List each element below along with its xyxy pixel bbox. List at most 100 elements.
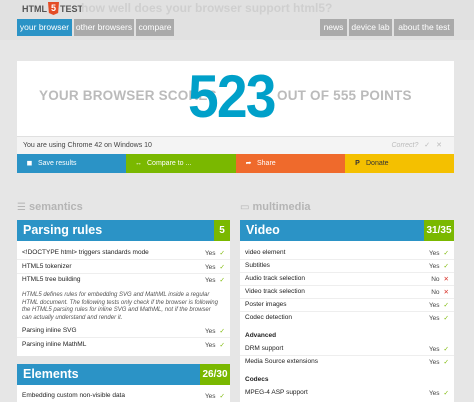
test-label: Poster images	[245, 301, 287, 308]
site-tagline: how well does your browser support html5…	[81, 1, 333, 15]
video-header[interactable]: Video 31/35	[240, 220, 454, 241]
correct-label: Correct?	[391, 142, 419, 149]
share-button[interactable]: ➦ Share	[236, 154, 345, 173]
score-panel: YOUR BROWSER SCORES 523 OUT OF 555 POINT…	[17, 61, 454, 136]
test-label: DRM support	[245, 345, 284, 352]
check-icon: ✓	[443, 302, 449, 309]
test-label: Parsing inline SVG	[22, 327, 77, 334]
logo-text-left: HTML	[22, 3, 47, 14]
check-icon: ✓	[443, 250, 449, 257]
video-panel: Video 31/35 video element Yes ✓ Subtitles…	[240, 220, 454, 402]
row-divider	[17, 337, 230, 338]
save-results-button[interactable]: ◼ Save results	[17, 154, 126, 173]
test-result: Yes	[428, 315, 440, 322]
test-label: video element	[245, 249, 286, 256]
test-result: Yes	[428, 359, 440, 366]
check-icon: ✓	[443, 359, 449, 366]
row-divider	[240, 285, 454, 286]
confirm-check-icon[interactable]: ✓	[424, 142, 430, 149]
check-icon: ✓	[219, 264, 225, 271]
row-divider	[240, 311, 454, 312]
test-label: Parsing inline MathML	[22, 341, 87, 348]
tab-about-the-test[interactable]: about the test	[394, 19, 454, 36]
compare-to-label: Compare to ...	[147, 160, 192, 167]
tab-your-browser[interactable]: your browser	[17, 19, 72, 36]
section-semantics: ☰ semantics	[17, 201, 83, 213]
test-result: Yes	[204, 250, 216, 257]
test-result: Yes	[204, 264, 216, 271]
check-icon: ✓	[219, 250, 225, 257]
test-label: <!DOCTYPE html> triggers standards mode	[22, 249, 149, 256]
test-result: Yes	[428, 302, 440, 309]
test-result: Yes	[428, 263, 440, 270]
parsing-rules-header[interactable]: Parsing rules 5	[17, 220, 230, 241]
check-icon: ✓	[219, 277, 225, 284]
test-result: No	[431, 276, 440, 283]
row-divider	[17, 273, 230, 274]
parsing-note: HTML5 defines rules for embedding SVG an…	[22, 292, 218, 321]
reject-cross-icon[interactable]: ✕	[436, 142, 442, 149]
save-icon: ◼	[26, 160, 33, 167]
score-value: 523	[188, 63, 276, 130]
section-multimedia-label: multimedia	[252, 201, 311, 213]
check-icon: ✓	[219, 342, 225, 349]
test-label: Audio track selection	[245, 275, 305, 282]
logo-text-right: TEST	[60, 3, 84, 14]
share-label: Share	[257, 160, 276, 167]
check-icon: ✓	[219, 393, 225, 400]
correct-prompt: Correct? ✓ ✕	[392, 137, 443, 154]
check-icon: ✓	[443, 346, 449, 353]
donate-label: Donate	[366, 160, 389, 167]
section-multimedia: ▭ multimedia	[240, 201, 311, 213]
check-icon: ✓	[443, 263, 449, 270]
semantics-icon: ☰	[17, 202, 26, 213]
tab-news[interactable]: news	[320, 19, 347, 36]
compare-to-button[interactable]: ↔ Compare to ...	[126, 154, 236, 173]
check-icon: ✓	[219, 328, 225, 335]
test-label: HTML5 tree building	[22, 276, 81, 283]
cross-icon: ✕	[443, 276, 449, 283]
test-label: Codec detection	[245, 314, 292, 321]
tab-compare[interactable]: compare	[136, 19, 174, 36]
check-icon: ✓	[443, 390, 449, 397]
video-title: Video	[246, 223, 280, 237]
test-label: Media Source extensions	[245, 358, 318, 365]
elements-header[interactable]: Elements 26/30	[17, 364, 230, 385]
save-results-label: Save results	[38, 160, 77, 167]
tab-other-browsers[interactable]: other browsers	[74, 19, 134, 36]
test-result: Yes	[428, 346, 440, 353]
row-divider	[240, 272, 454, 273]
site-header: HTML 5 TEST how well does your browser s…	[0, 0, 474, 40]
test-result: Yes	[428, 250, 440, 257]
row-divider	[17, 259, 230, 260]
share-icon: ➦	[245, 160, 252, 167]
parsing-rules-score: 5	[214, 220, 230, 241]
test-label: Video track selection	[245, 288, 305, 295]
row-divider	[240, 259, 454, 260]
html5-test-logo[interactable]: HTML 5 TEST	[22, 2, 83, 15]
paypal-icon: P	[355, 160, 360, 167]
browser-info-bar: You are using Chrome 42 on Windows 10 Co…	[17, 136, 454, 154]
test-label: Embedding custom non-visible data	[22, 392, 125, 399]
test-label: Subtitles	[245, 262, 270, 269]
test-result: Yes	[204, 277, 216, 284]
score-suffix: OUT OF 555 POINTS	[277, 88, 412, 103]
test-result: Yes	[428, 390, 440, 397]
codecs-subheading: Codecs	[245, 376, 269, 383]
tab-device-lab[interactable]: device lab	[349, 19, 392, 36]
test-label: MPEG-4 ASP support	[245, 389, 308, 396]
browser-info-text: You are using Chrome 42 on Windows 10	[23, 142, 152, 149]
elements-score: 26/30	[200, 364, 230, 385]
parsing-rules-title: Parsing rules	[23, 223, 103, 237]
row-divider	[240, 298, 454, 299]
test-label: HTML5 tokenizer	[22, 263, 72, 270]
test-result: Yes	[204, 328, 216, 335]
compare-icon: ↔	[135, 160, 142, 167]
donate-button[interactable]: P Donate	[345, 154, 454, 173]
check-icon: ✓	[443, 315, 449, 322]
test-result: Yes	[204, 342, 216, 349]
row-divider	[240, 355, 454, 356]
test-result: Yes	[204, 393, 216, 400]
section-semantics-label: semantics	[28, 201, 83, 213]
cross-icon: ✕	[443, 289, 449, 296]
